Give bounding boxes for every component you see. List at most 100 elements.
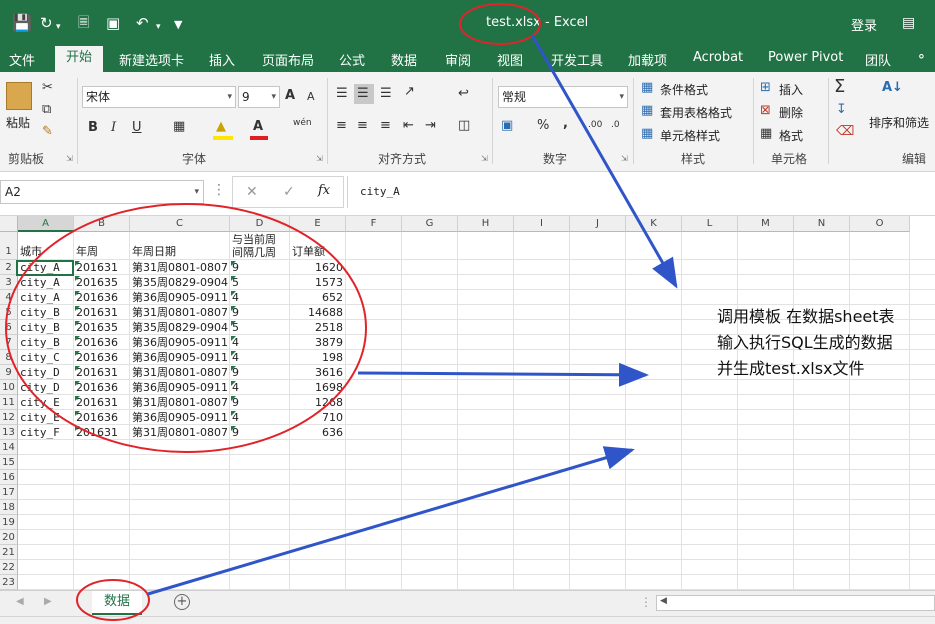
- merge-center-icon[interactable]: ◫: [458, 118, 470, 133]
- comma-button[interactable]: ,: [563, 116, 568, 131]
- formula-input[interactable]: [347, 176, 935, 208]
- align-center-icon[interactable]: ≡: [357, 118, 368, 133]
- copy-icon[interactable]: ⧉: [42, 102, 51, 117]
- cell-week-dates[interactable]: 第31周0801-0807: [130, 260, 230, 275]
- cell-order-amount[interactable]: 2518: [290, 320, 346, 335]
- cell-city[interactable]: city_D: [18, 380, 74, 395]
- cell-order-amount[interactable]: 3879: [290, 335, 346, 350]
- scroll-left-icon[interactable]: ◀: [16, 596, 24, 607]
- font-color-icon[interactable]: A: [253, 119, 263, 134]
- tab-acrobat[interactable]: Acrobat: [693, 50, 743, 65]
- cell-yearweek[interactable]: 201636: [74, 410, 130, 425]
- insert-cells-button[interactable]: 插入: [779, 81, 803, 98]
- tab-view[interactable]: 视图: [497, 50, 523, 69]
- row-header[interactable]: 10: [0, 380, 18, 395]
- italic-button[interactable]: I: [111, 120, 116, 135]
- increase-decimal-icon[interactable]: .00: [588, 120, 602, 130]
- cell-week-dates[interactable]: 第35周0829-0904: [130, 320, 230, 335]
- drag-handle-icon[interactable]: ⋮: [212, 182, 226, 198]
- number-format-select[interactable]: 常规 ▾: [498, 86, 628, 108]
- cell-order-amount[interactable]: 3616: [290, 365, 346, 380]
- row-header[interactable]: 5: [0, 305, 18, 320]
- font-size-select[interactable]: 9 ▾: [238, 86, 280, 108]
- tab-split-handle[interactable]: ⋮: [640, 595, 652, 609]
- header-cell-city[interactable]: 城市: [18, 244, 74, 259]
- dialog-launcher-icon[interactable]: ⇲: [481, 154, 488, 163]
- cell-city[interactable]: city_D: [18, 365, 74, 380]
- cell-weeks-ago[interactable]: 9: [230, 395, 290, 410]
- insert-function-button[interactable]: fx: [318, 183, 330, 198]
- tab-developer[interactable]: 开发工具: [551, 50, 603, 69]
- row-header[interactable]: 15: [0, 455, 18, 470]
- row-header[interactable]: 21: [0, 545, 18, 560]
- tab-file[interactable]: 文件: [9, 50, 35, 69]
- conditional-format-button[interactable]: 条件格式: [660, 81, 708, 98]
- cell-city[interactable]: city_E: [18, 410, 74, 425]
- dialog-launcher-icon[interactable]: ⇲: [66, 154, 73, 163]
- row-header[interactable]: 1: [0, 232, 18, 260]
- cell-week-dates[interactable]: 第31周0801-0807: [130, 425, 230, 440]
- cell-weeks-ago[interactable]: 9: [230, 305, 290, 320]
- row-header[interactable]: 4: [0, 290, 18, 305]
- row-header[interactable]: 9: [0, 365, 18, 380]
- clear-icon[interactable]: ⌫: [836, 124, 854, 139]
- sort-filter-button[interactable]: 排序和筛选: [869, 114, 929, 131]
- cell-week-dates[interactable]: 第36周0905-0911: [130, 380, 230, 395]
- cell-yearweek[interactable]: 201631: [74, 260, 130, 275]
- column-header-n[interactable]: N: [794, 216, 850, 232]
- column-header-c[interactable]: C: [130, 216, 230, 232]
- cell-week-dates[interactable]: 第31周0801-0807: [130, 305, 230, 320]
- cell-weeks-ago[interactable]: 9: [230, 425, 290, 440]
- percent-button[interactable]: %: [537, 118, 549, 133]
- cell-order-amount[interactable]: 710: [290, 410, 346, 425]
- phonetic-button[interactable]: wén: [293, 118, 312, 128]
- autosum-button[interactable]: Σ: [834, 76, 845, 97]
- paste-button[interactable]: 粘贴: [6, 114, 30, 131]
- fill-icon[interactable]: ↧: [836, 102, 847, 117]
- cell-yearweek[interactable]: 201636: [74, 380, 130, 395]
- column-header-h[interactable]: H: [458, 216, 514, 232]
- cell-city[interactable]: city_C: [18, 350, 74, 365]
- row-header[interactable]: 20: [0, 530, 18, 545]
- align-bottom-icon[interactable]: ☰: [380, 86, 392, 101]
- column-header-l[interactable]: L: [682, 216, 738, 232]
- decrease-decimal-icon[interactable]: .0: [611, 120, 620, 130]
- row-header[interactable]: 18: [0, 500, 18, 515]
- scroll-left-icon[interactable]: ◀: [660, 596, 667, 606]
- ribbon-display-icon[interactable]: ▤: [902, 14, 915, 32]
- row-header[interactable]: 13: [0, 425, 18, 440]
- cell-yearweek[interactable]: 201635: [74, 275, 130, 290]
- row-header[interactable]: 12: [0, 410, 18, 425]
- chevron-down-icon[interactable]: ▾: [56, 18, 61, 36]
- tab-addins[interactable]: 加载项: [628, 50, 667, 69]
- format-as-table-button[interactable]: 套用表格格式: [660, 104, 732, 121]
- tab-data[interactable]: 数据: [391, 50, 417, 69]
- cell-weeks-ago[interactable]: 5: [230, 320, 290, 335]
- row-header[interactable]: 8: [0, 350, 18, 365]
- cell-yearweek[interactable]: 201636: [74, 335, 130, 350]
- cell-city[interactable]: city_B: [18, 305, 74, 320]
- row-header[interactable]: 3: [0, 275, 18, 290]
- column-header-m[interactable]: M: [738, 216, 794, 232]
- tab-review[interactable]: 审阅: [445, 50, 471, 69]
- tab-insert[interactable]: 插入: [209, 50, 235, 69]
- cut-icon[interactable]: ✂: [42, 80, 53, 95]
- row-header[interactable]: 16: [0, 470, 18, 485]
- select-all-button[interactable]: [0, 216, 18, 232]
- row-header[interactable]: 23: [0, 575, 18, 590]
- cell-weeks-ago[interactable]: 4: [230, 290, 290, 305]
- cell-week-dates[interactable]: 第31周0801-0807: [130, 365, 230, 380]
- row-header[interactable]: 22: [0, 560, 18, 575]
- cell-city[interactable]: city_A: [18, 260, 74, 275]
- cell-order-amount[interactable]: 1573: [290, 275, 346, 290]
- cell-weeks-ago[interactable]: 4: [230, 410, 290, 425]
- row-header[interactable]: 17: [0, 485, 18, 500]
- cell-yearweek[interactable]: 201631: [74, 365, 130, 380]
- redo-icon[interactable]: ↻: [40, 14, 53, 32]
- cell-order-amount[interactable]: 14688: [290, 305, 346, 320]
- row-header[interactable]: 7: [0, 335, 18, 350]
- accounting-format-icon[interactable]: ▣: [501, 118, 513, 133]
- customize-toolbar-icon[interactable]: ▼: [174, 16, 182, 34]
- cell-yearweek[interactable]: 201635: [74, 320, 130, 335]
- row-header[interactable]: 11: [0, 395, 18, 410]
